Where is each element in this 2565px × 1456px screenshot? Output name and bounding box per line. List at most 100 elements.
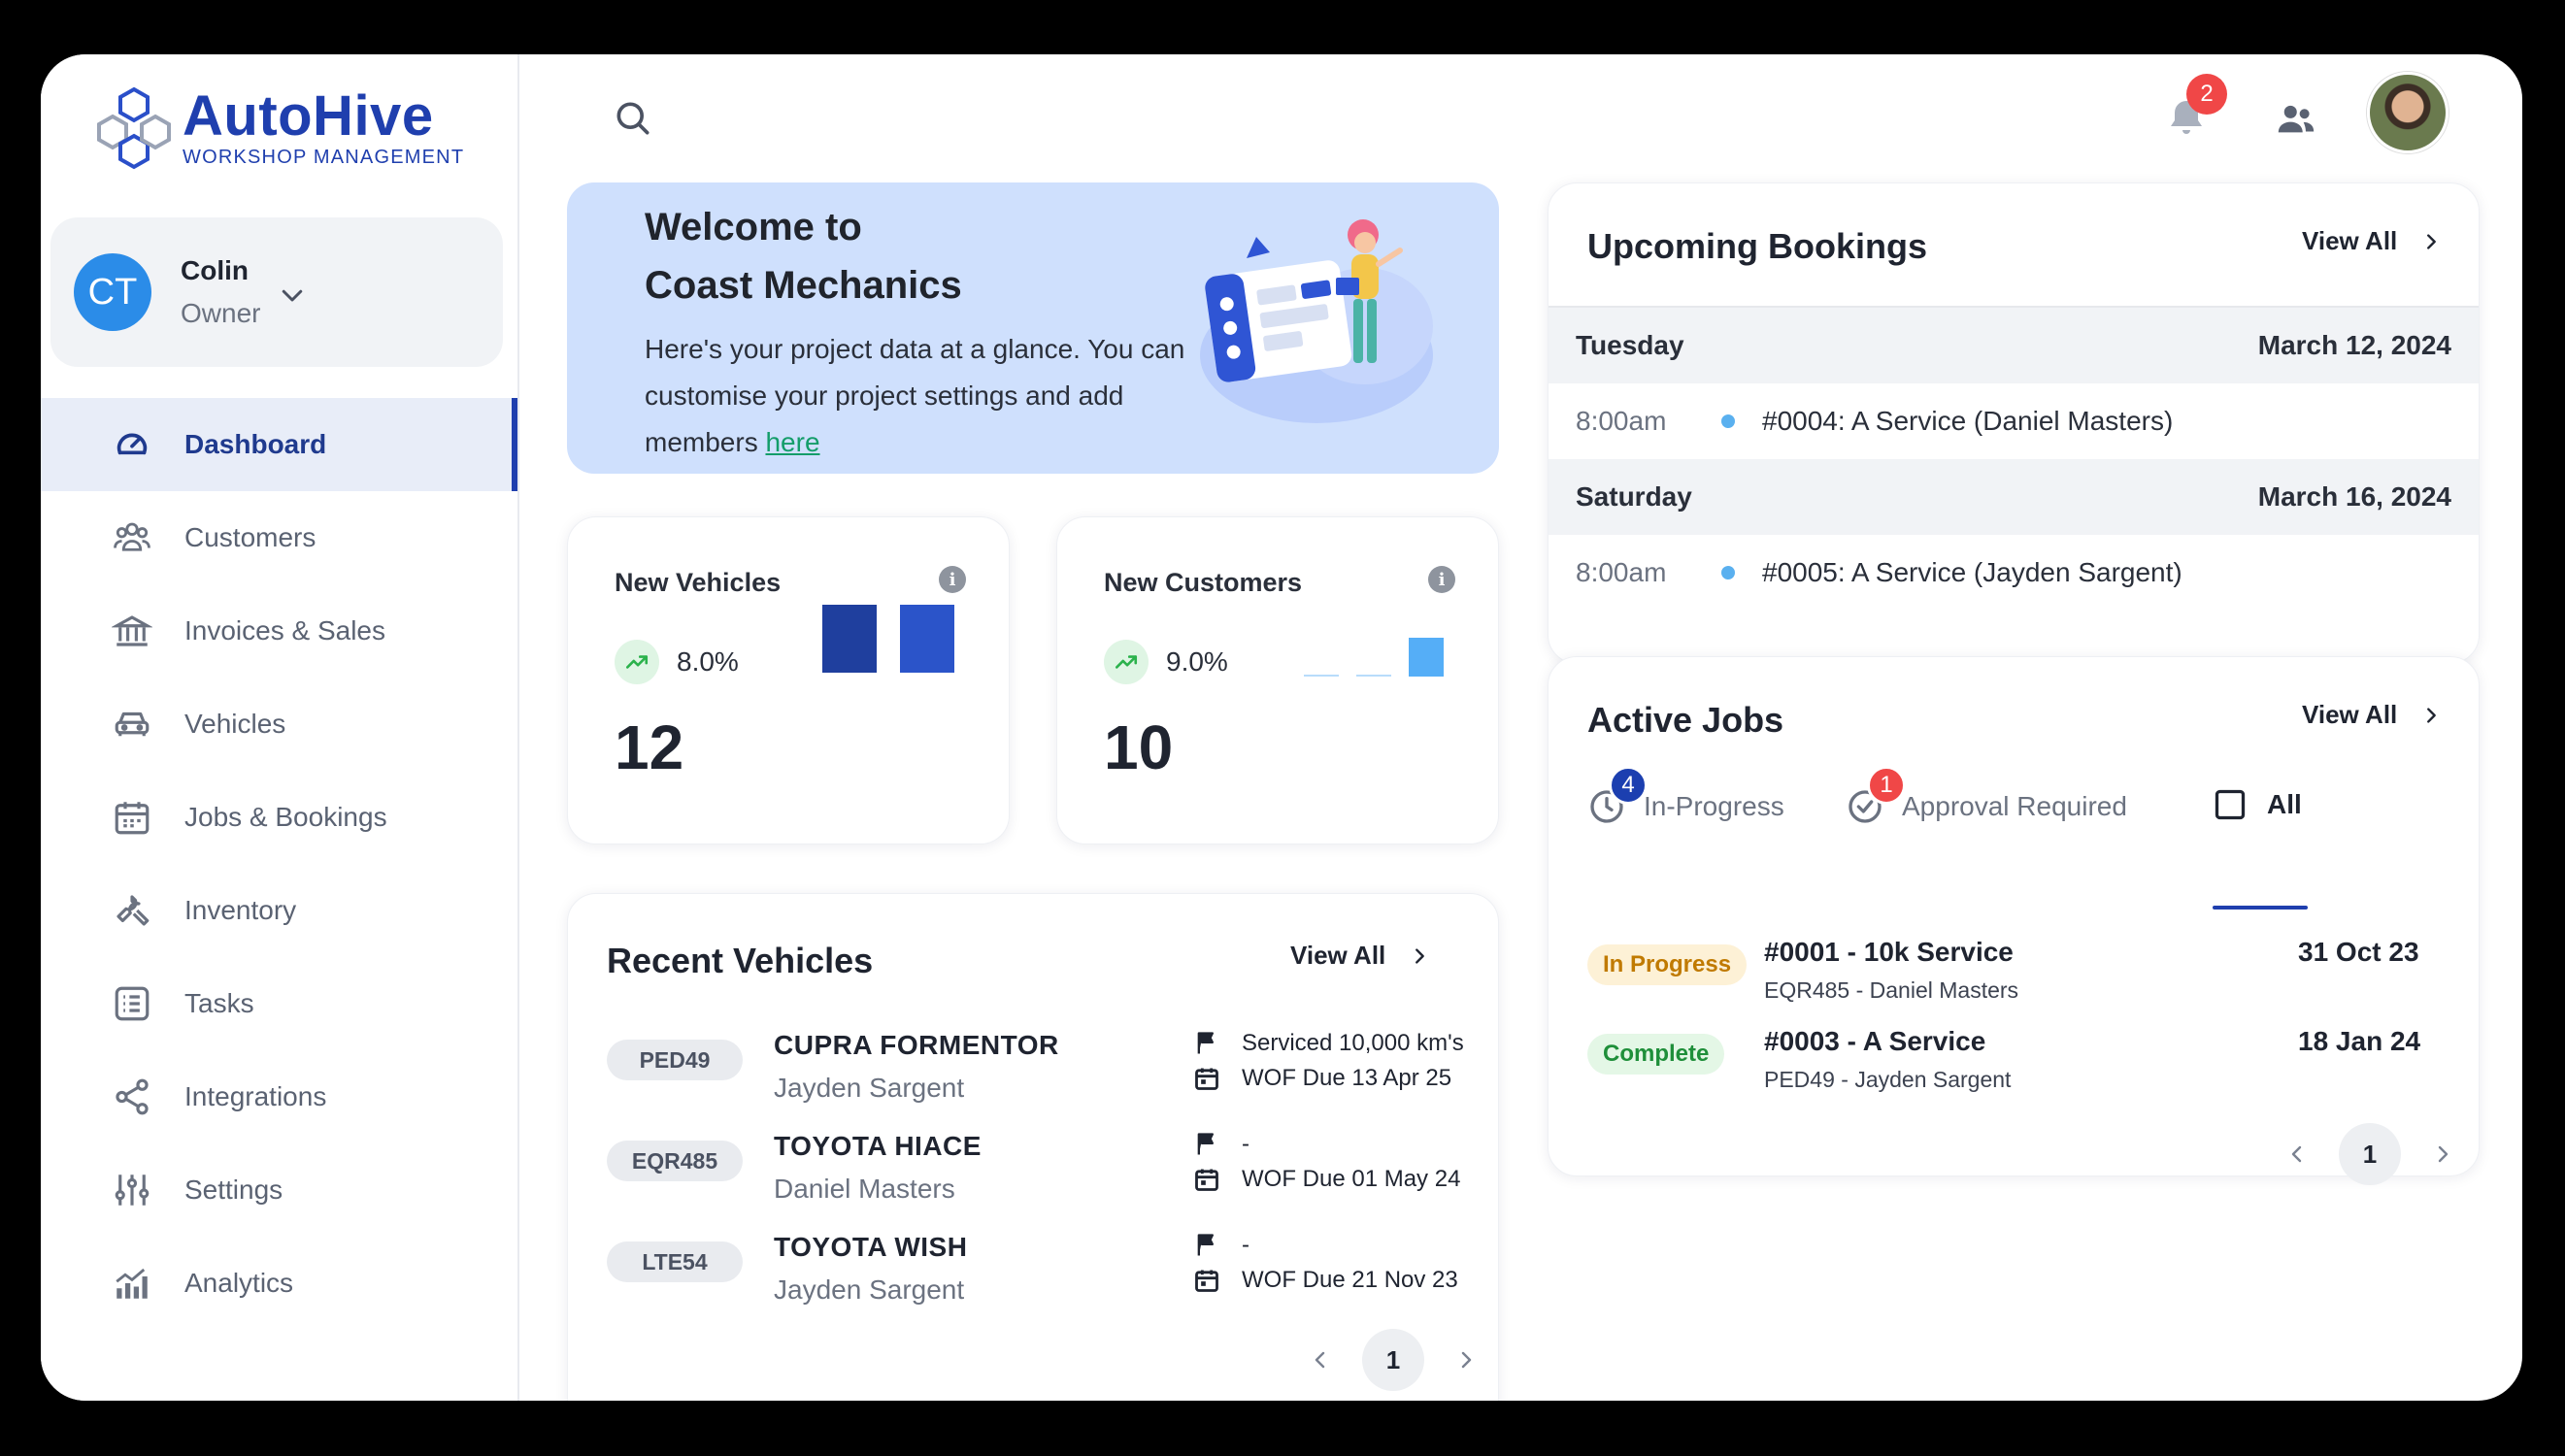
job-title[interactable]: #0003 - A Service bbox=[1764, 1026, 1985, 1057]
sliders-icon bbox=[111, 1169, 153, 1211]
sidebar-item-vehicles[interactable]: Vehicles bbox=[41, 678, 517, 771]
tab-count-badge: 4 bbox=[1609, 766, 1648, 805]
settings-link[interactable]: here bbox=[765, 427, 819, 457]
sidebar-item-customers[interactable]: Customers bbox=[41, 491, 517, 584]
view-all-vehicles-link[interactable]: View All bbox=[1290, 941, 1430, 971]
vehicles-pagination: 1 bbox=[1304, 1329, 1482, 1391]
mini-bar bbox=[1304, 675, 1339, 677]
upcoming-bookings-card: Upcoming Bookings View All Tuesday March … bbox=[1548, 182, 2480, 664]
mini-bar-chart bbox=[1304, 616, 1459, 677]
view-all-bookings-link[interactable]: View All bbox=[2302, 226, 2442, 256]
card-title: Upcoming Bookings bbox=[1587, 226, 1927, 266]
stat-change: 8.0% bbox=[677, 646, 739, 677]
mini-bar-chart bbox=[822, 585, 954, 673]
car-icon bbox=[111, 703, 153, 745]
tab-all[interactable]: All bbox=[2213, 787, 2302, 822]
sidebar-item-dashboard[interactable]: Dashboard bbox=[41, 398, 517, 491]
page-number-button[interactable]: 1 bbox=[2339, 1123, 2401, 1185]
vehicle-name[interactable]: TOYOTA WISH bbox=[774, 1232, 967, 1263]
view-all-jobs-link[interactable]: View All bbox=[2302, 700, 2442, 730]
sidebar-item-inventory[interactable]: Inventory bbox=[41, 864, 517, 957]
search-icon[interactable] bbox=[612, 97, 654, 140]
chart-icon bbox=[111, 1262, 153, 1305]
job-date: 18 Jan 24 bbox=[2298, 1026, 2421, 1056]
welcome-body: Here's your project data at a glance. Yo… bbox=[645, 334, 1185, 457]
booking-day-header: Tuesday March 12, 2024 bbox=[1549, 308, 2479, 383]
next-page-button[interactable] bbox=[2426, 1138, 2459, 1171]
mini-bar bbox=[1356, 675, 1391, 677]
brand-subtitle: WORKSHOP MANAGEMENT bbox=[183, 146, 465, 168]
flag-icon bbox=[1197, 1234, 1214, 1256]
sidebar-item-settings[interactable]: Settings bbox=[41, 1143, 517, 1237]
trend-up-icon bbox=[615, 640, 659, 684]
stat-title: New Vehicles bbox=[615, 568, 782, 597]
wrench-icon bbox=[111, 889, 153, 932]
booking-row[interactable]: 8:00am #0004: A Service (Daniel Masters) bbox=[1549, 383, 2479, 459]
sidebar-item-analytics[interactable]: Analytics bbox=[41, 1237, 517, 1330]
plate-badge: EQR485 bbox=[607, 1141, 743, 1181]
share-icon bbox=[111, 1075, 153, 1118]
job-subtitle: PED49 - Jayden Sargent bbox=[1764, 1067, 2012, 1092]
user-name: Colin bbox=[181, 255, 249, 285]
service-status: - bbox=[1193, 1232, 1249, 1259]
tab-count-badge: 1 bbox=[1867, 766, 1906, 805]
vehicle-owner: Jayden Sargent bbox=[774, 1073, 965, 1103]
job-date: 31 Oct 23 bbox=[2298, 937, 2419, 967]
sidebar-item-label: Vehicles bbox=[184, 709, 286, 739]
next-page-button[interactable] bbox=[1449, 1343, 1482, 1376]
gauge-icon bbox=[111, 423, 153, 466]
job-title[interactable]: #0001 - 10k Service bbox=[1764, 937, 2014, 968]
brand-logo[interactable]: AutoHive WORKSHOP MANAGEMENT bbox=[85, 83, 464, 173]
calendar-icon bbox=[1195, 1270, 1218, 1292]
sidebar-item-label: Tasks bbox=[184, 988, 254, 1018]
app-window: AutoHive WORKSHOP MANAGEMENT CT Colin Ow… bbox=[41, 54, 2522, 1401]
vehicle-name[interactable]: TOYOTA HIACE bbox=[774, 1131, 982, 1162]
vehicle-name[interactable]: CUPRA FORMENTOR bbox=[774, 1030, 1059, 1061]
booking-row[interactable]: 8:00am #0005: A Service (Jayden Sargent) bbox=[1549, 535, 2479, 611]
prev-page-button[interactable] bbox=[1304, 1343, 1337, 1376]
sidebar-item-label: Jobs & Bookings bbox=[184, 802, 387, 832]
sidebar-item-integrations[interactable]: Integrations bbox=[41, 1050, 517, 1143]
stat-value: 12 bbox=[615, 712, 684, 782]
plate-badge: PED49 bbox=[607, 1040, 743, 1080]
user-switcher[interactable]: CT Colin Owner bbox=[50, 217, 503, 367]
status-dot bbox=[1721, 414, 1735, 428]
team-icon[interactable] bbox=[2274, 97, 2318, 142]
hexagon-logo-icon bbox=[97, 86, 171, 170]
job-subtitle: EQR485 - Daniel Masters bbox=[1764, 977, 2019, 1003]
stat-value: 10 bbox=[1104, 712, 1174, 782]
info-icon[interactable]: i bbox=[1428, 566, 1455, 593]
status-dot bbox=[1721, 566, 1735, 579]
user-avatar: CT bbox=[74, 253, 151, 331]
chevron-down-icon[interactable] bbox=[278, 281, 307, 310]
sidebar-item-tasks[interactable]: Tasks bbox=[41, 957, 517, 1050]
card-title: Active Jobs bbox=[1587, 700, 1784, 740]
profile-avatar[interactable] bbox=[2367, 72, 2448, 153]
new-vehicles-card: New Vehicles i 8.0% 12 bbox=[567, 516, 1010, 844]
jobs-pagination: 1 bbox=[2281, 1123, 2459, 1185]
prev-page-button[interactable] bbox=[2281, 1138, 2314, 1171]
chevron-right-icon bbox=[1416, 947, 1425, 964]
page-number-button[interactable]: 1 bbox=[1362, 1329, 1424, 1391]
sidebar-item-label: Settings bbox=[184, 1175, 283, 1205]
users-group-icon bbox=[111, 516, 153, 559]
sidebar-item-jobs-bookings[interactable]: Jobs & Bookings bbox=[41, 771, 517, 864]
welcome-title: Welcome to Coast Mechanics bbox=[645, 206, 962, 307]
wof-due: WOF Due 01 May 24 bbox=[1193, 1166, 1460, 1193]
user-role: Owner bbox=[181, 298, 261, 328]
stat-change: 9.0% bbox=[1166, 646, 1228, 677]
plate-badge: LTE54 bbox=[607, 1241, 743, 1282]
calendar-icon bbox=[1195, 1068, 1218, 1090]
vehicle-owner: Jayden Sargent bbox=[774, 1274, 965, 1305]
status-badge: In Progress bbox=[1587, 944, 1748, 985]
sidebar-item-invoices[interactable]: Invoices & Sales bbox=[41, 584, 517, 678]
dashboard-illustration bbox=[1200, 219, 1433, 423]
sidebar-item-label: Analytics bbox=[184, 1268, 294, 1298]
service-status: - bbox=[1193, 1131, 1249, 1158]
wof-due: WOF Due 21 Nov 23 bbox=[1193, 1267, 1458, 1294]
active-jobs-card: Active Jobs View All In-Progress 4 Appro… bbox=[1548, 656, 2480, 1185]
sidebar: AutoHive WORKSHOP MANAGEMENT CT Colin Ow… bbox=[41, 54, 519, 1401]
flag-icon bbox=[1197, 1032, 1214, 1054]
welcome-banner: Welcome to Coast Mechanics Here's your pr… bbox=[567, 182, 1499, 474]
checklist-icon bbox=[111, 982, 153, 1025]
